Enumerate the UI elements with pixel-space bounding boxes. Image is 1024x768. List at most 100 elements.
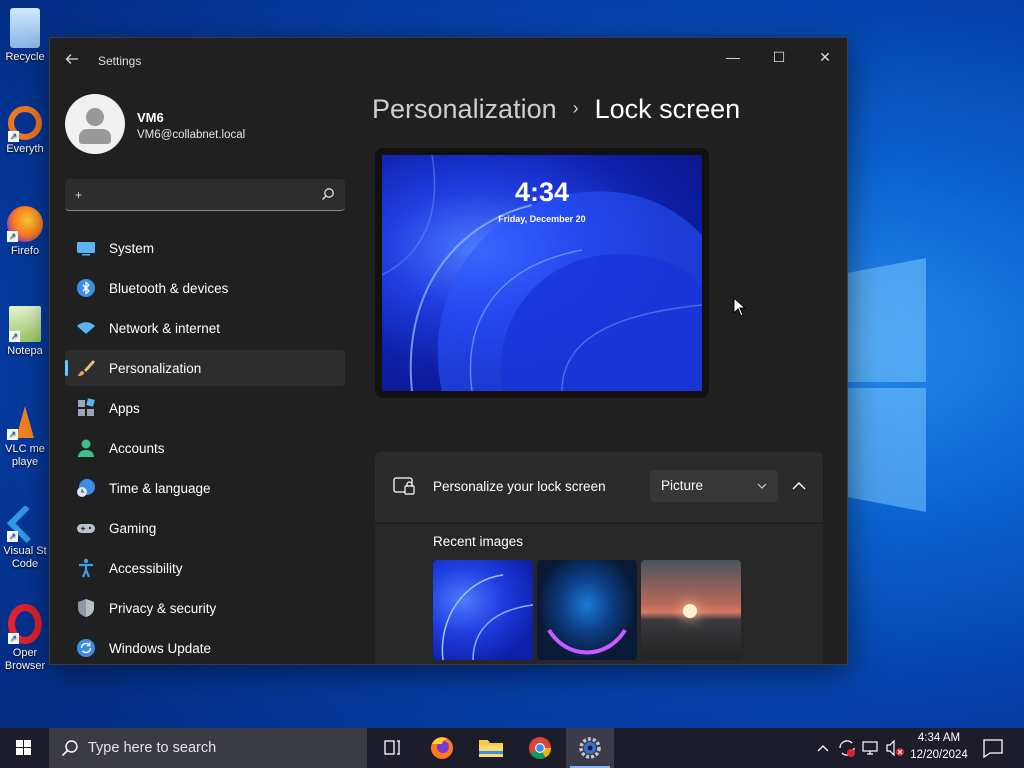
desktop-icon-opera[interactable]: ↗ Oper Browser: [0, 604, 50, 673]
taskbar-search-box[interactable]: Type here to search: [49, 728, 367, 768]
taskbar-firefox[interactable]: [418, 728, 466, 768]
breadcrumb-separator: ›: [572, 98, 579, 118]
nav-item-system[interactable]: System: [65, 230, 345, 266]
vscode-icon: ↗: [6, 506, 46, 544]
maximize-button[interactable]: ☐: [759, 44, 799, 70]
update-icon: [77, 639, 95, 657]
notifications-button[interactable]: [978, 728, 1008, 768]
close-button[interactable]: ✕: [805, 44, 845, 70]
taskbar-clock[interactable]: 4:34 AM 12/20/2024: [904, 730, 974, 766]
apps-icon: [78, 398, 95, 416]
nav-item-accounts[interactable]: Accounts: [65, 430, 345, 466]
nav-item-label: Accounts: [109, 440, 165, 456]
nav-item-label: Time & language: [109, 480, 211, 496]
desktop-icon-everything[interactable]: ↗ Everyth: [0, 106, 50, 156]
bluetooth-icon: [77, 279, 95, 297]
search-input[interactable]: [75, 185, 305, 205]
breadcrumb-parent[interactable]: Personalization: [372, 94, 557, 124]
minimize-button[interactable]: —: [713, 44, 753, 70]
avatar-body: [79, 129, 111, 144]
nav-item-label: Accessibility: [109, 560, 183, 576]
nav-item-time-language[interactable]: Time & language: [65, 470, 345, 506]
nav-item-personalization[interactable]: Personalization: [65, 350, 345, 386]
back-button[interactable]: [62, 52, 82, 70]
back-arrow-icon: [65, 54, 78, 64]
tray-volume[interactable]: [884, 728, 906, 768]
window-title: Settings: [98, 54, 142, 68]
user-name: VM6: [137, 110, 164, 125]
desktop-icon-vlc[interactable]: ↗ VLC me playe: [0, 404, 50, 469]
recycle-bin-icon: [10, 8, 40, 48]
desktop-icon-notepad[interactable]: ↗ Notepa: [0, 306, 50, 358]
shield-icon: [78, 599, 94, 617]
folder-icon: [479, 740, 503, 757]
taskbar-chrome[interactable]: [516, 728, 564, 768]
main-content: Personalization › Lock screen 4:34 Friday,…: [372, 84, 847, 664]
chevron-up-icon: [817, 745, 829, 752]
start-button[interactable]: [0, 728, 48, 768]
firefox-icon: ↗: [7, 206, 43, 242]
desktop-icon-vscode[interactable]: ↗ Visual St Code: [0, 506, 50, 571]
desktop-icon-recycle-bin[interactable]: Recycle: [0, 8, 50, 64]
dropdown-selected-value: Picture: [661, 478, 704, 493]
lock-screen-time: 4:34: [514, 177, 570, 207]
nav-item-gaming[interactable]: Gaming: [65, 510, 345, 546]
desktop-icon-label: VLC me: [5, 443, 45, 455]
nav-item-accessibility[interactable]: Accessibility: [65, 550, 345, 586]
desktop-icon-label: Browser: [4, 660, 46, 672]
nav-item-apps[interactable]: Apps: [65, 390, 345, 426]
chevron-down-icon: [757, 483, 767, 489]
system-icon: [77, 242, 95, 256]
brush-icon: [78, 360, 95, 376]
background-type-dropdown[interactable]: Picture: [650, 470, 778, 502]
wifi-icon: [77, 322, 95, 334]
lock-screen-preview: 4:34 Friday, December 20: [375, 148, 709, 398]
nav-item-label: Bluetooth & devices: [109, 280, 229, 296]
page-title: Lock screen: [594, 94, 741, 124]
recent-image-4[interactable]: [433, 664, 533, 665]
recent-images-label: Recent images: [433, 534, 524, 549]
show-hidden-icons-button[interactable]: [812, 728, 834, 768]
nav-item-bluetooth[interactable]: Bluetooth & devices: [65, 270, 345, 306]
recent-image-2[interactable]: [537, 560, 637, 660]
desktop-icon-label: Notepa: [7, 345, 43, 357]
notification-icon: [983, 739, 1003, 759]
chevron-up-icon[interactable]: [787, 476, 811, 496]
nav-item-windows-update[interactable]: Windows Update: [65, 630, 345, 664]
nav-item-label: Windows Update: [109, 640, 212, 656]
taskbar-file-explorer[interactable]: [467, 728, 515, 768]
tray-network[interactable]: [860, 728, 882, 768]
avatar: [65, 94, 125, 154]
nav-item-privacy-security[interactable]: Privacy & security: [65, 590, 345, 626]
title-bar[interactable]: Settings — ☐ ✕: [50, 38, 847, 84]
gear-icon: [579, 737, 601, 759]
accessibility-icon: [79, 558, 93, 578]
thumbnail-graphic: [547, 628, 627, 655]
personalize-lock-screen-card[interactable]: Personalize your lock screen Picture: [375, 452, 823, 522]
lock-screen-preview-image: 4:34 Friday, December 20: [382, 155, 702, 391]
taskbar-settings[interactable]: [566, 728, 614, 768]
search-icon: [61, 740, 78, 757]
taskbar-search-placeholder: Type here to search: [88, 740, 217, 756]
nav-item-network[interactable]: Network & internet: [65, 310, 345, 346]
nav-item-label: System: [109, 240, 155, 256]
search-icon[interactable]: [321, 187, 335, 201]
nav-item-label: Privacy & security: [109, 600, 217, 616]
gamepad-icon: [77, 524, 95, 533]
desktop-icon-label: Firefo: [10, 245, 40, 257]
volume-muted-icon: [886, 739, 904, 757]
task-view-button[interactable]: [368, 728, 416, 768]
desktop-icon-firefox[interactable]: ↗ Firefo: [0, 206, 50, 258]
recent-image-3[interactable]: [641, 560, 741, 660]
sidebar: VM6 VM6@collabnet.local System Bluetooth…: [50, 84, 360, 664]
nav-item-label: Gaming: [109, 520, 157, 536]
mouse-cursor-icon: [733, 297, 746, 317]
recent-image-5[interactable]: [537, 664, 637, 665]
clock-date: 12/20/2024: [910, 749, 968, 761]
settings-search-box[interactable]: [65, 179, 345, 211]
person-icon: [78, 439, 94, 457]
recent-image-1[interactable]: [433, 560, 533, 660]
tray-sync[interactable]: [836, 728, 858, 768]
clock-globe-icon: [77, 479, 95, 497]
sun-icon: [683, 604, 697, 618]
